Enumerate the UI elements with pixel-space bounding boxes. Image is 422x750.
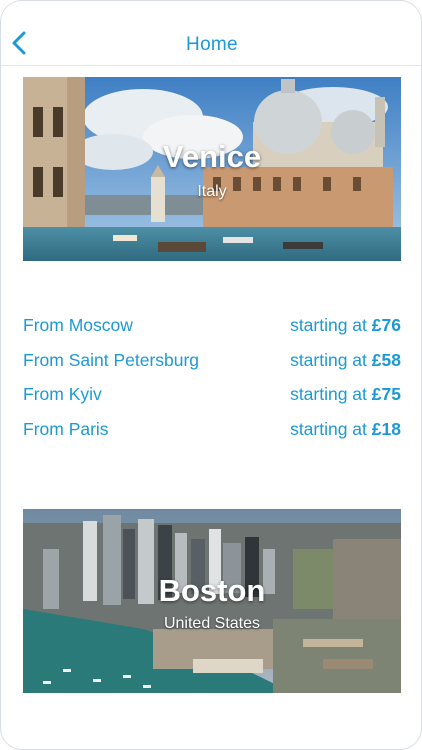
route-price-prefix: starting at xyxy=(290,349,367,370)
route-price: starting at £75 xyxy=(290,384,401,405)
route-price-amount: £76 xyxy=(371,315,401,335)
destination-city: Venice xyxy=(162,139,262,174)
route-row-paris[interactable]: From Paris starting at £18 xyxy=(23,415,401,450)
destination-card-boston[interactable]: Boston United States xyxy=(23,509,401,693)
navigation-bar: Home xyxy=(1,1,421,66)
route-origin: From Moscow xyxy=(23,315,133,335)
route-price-prefix: starting at xyxy=(290,418,367,439)
route-price: starting at £58 xyxy=(290,350,401,371)
route-price-prefix: starting at xyxy=(290,315,367,335)
destination-country: Italy xyxy=(197,183,227,200)
route-origin: From Kyiv xyxy=(23,384,102,404)
route-price-amount: £75 xyxy=(371,384,401,404)
route-price-amount: £18 xyxy=(371,418,401,439)
page-title: Home xyxy=(186,34,238,55)
destination-city: Boston xyxy=(158,573,266,608)
destination-card-venice[interactable]: Venice Italy xyxy=(23,77,401,261)
route-row-kyiv[interactable]: From Kyiv starting at £75 xyxy=(23,380,401,415)
route-origin: From Saint Petersburg xyxy=(23,349,200,370)
route-row-saint-petersburg[interactable]: From Saint Petersburg starting at £58 xyxy=(23,346,401,381)
phone-frame: Home Venice Italy From Moscow starting a… xyxy=(0,0,422,750)
route-price: starting at £18 xyxy=(290,419,401,440)
route-origin: From Paris xyxy=(23,418,109,439)
destination-country: United States xyxy=(163,615,261,632)
route-price: starting at £76 xyxy=(290,315,401,336)
route-price-prefix: starting at xyxy=(290,384,367,404)
route-price-amount: £58 xyxy=(371,349,401,370)
route-row-moscow[interactable]: From Moscow starting at £76 xyxy=(23,311,401,346)
route-list: From Moscow starting at £76 From Saint P… xyxy=(23,311,401,449)
